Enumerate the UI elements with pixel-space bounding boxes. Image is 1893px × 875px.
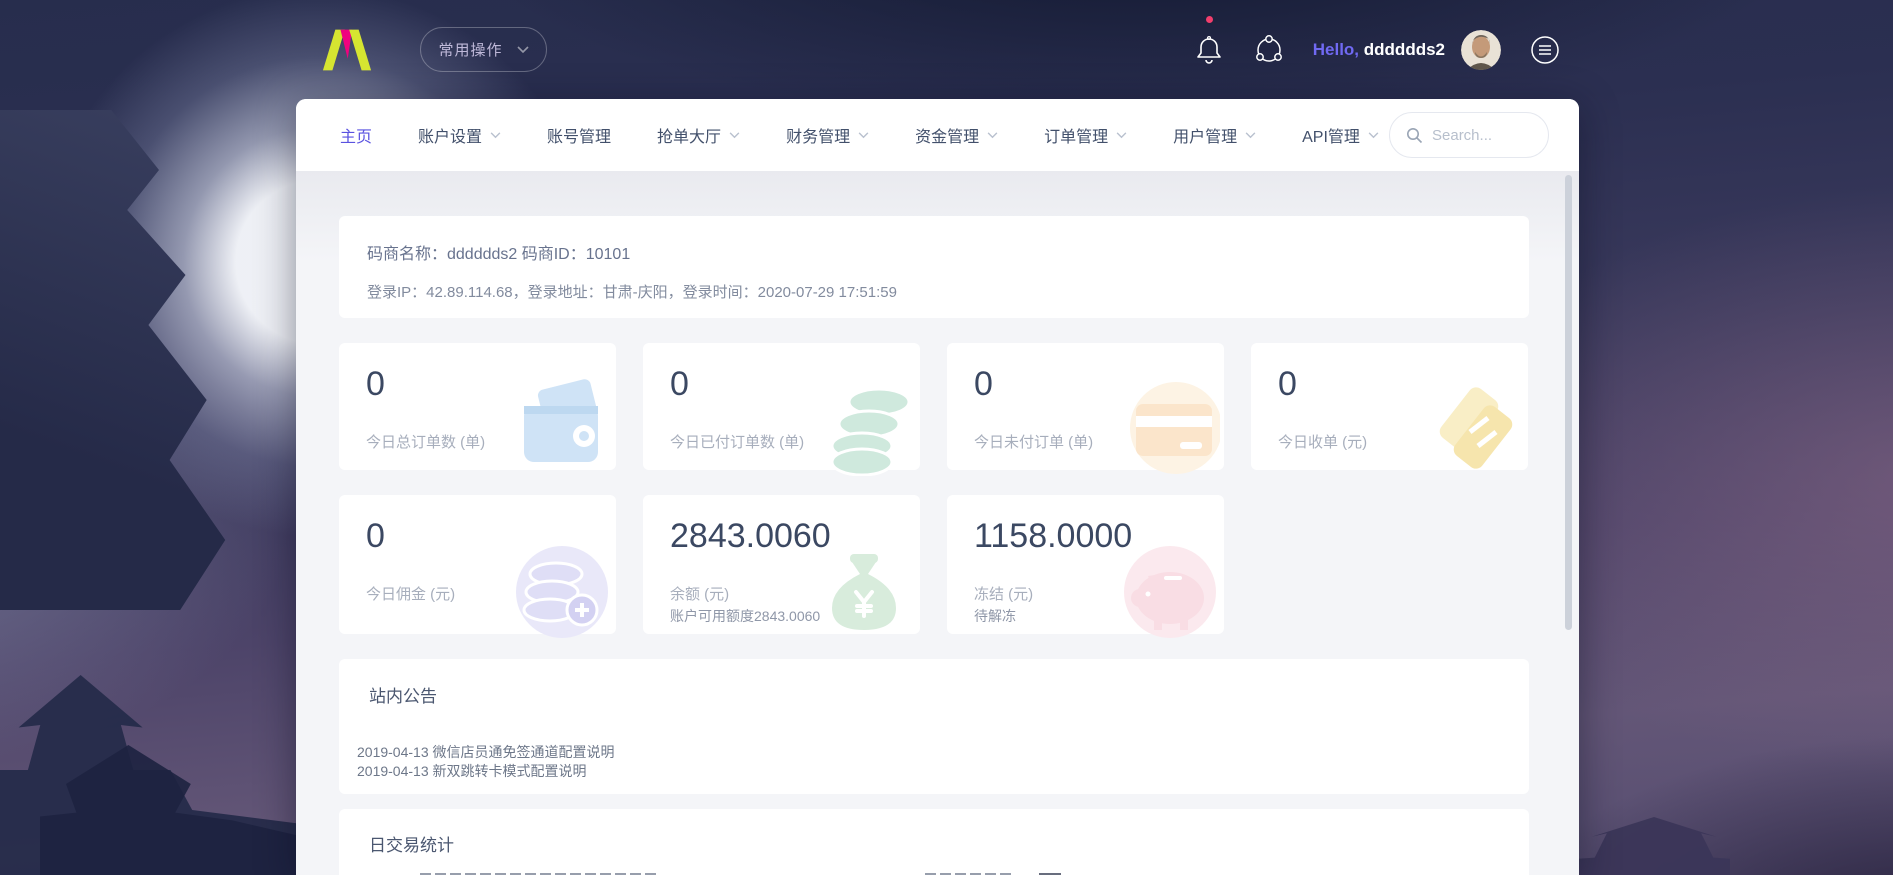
stat-card-received-amount: 0 今日收单 (元) [1251, 343, 1528, 470]
merchant-name-id: 码商名称：dddddds2 码商ID：10101 [367, 240, 1529, 264]
stat-label: 今日未付订单 (单) [974, 431, 1093, 452]
stat-label: 今日收单 (元) [1278, 431, 1367, 452]
scrollbar-thumb[interactable] [1565, 175, 1572, 630]
announcement-date: 2019-04-13 [357, 763, 429, 779]
stat-card-paid-orders: 0 今日已付订单数 (单) [643, 343, 920, 470]
coins-icon [812, 376, 916, 476]
stat-card-balance: 2843.0060 余额 (元) 账户可用额度2843.0060 [643, 495, 920, 634]
chevron-down-icon [1368, 132, 1379, 139]
greeting-prefix: Hello, [1313, 40, 1359, 59]
nav-item-orders[interactable]: 订单管理 [1044, 123, 1127, 147]
nav-label: 订单管理 [1044, 123, 1108, 147]
nav-bar: 主页 账户设置 账号管理 抢单大厅 财务管理 资金管理 订单管理 [296, 99, 1579, 171]
bell-icon [1193, 34, 1225, 66]
announcement-text: 新双跳转卡模式配置说明 [433, 763, 587, 779]
search-input[interactable] [1432, 127, 1532, 144]
share-icon [1253, 34, 1285, 66]
nav-item-users[interactable]: 用户管理 [1173, 123, 1256, 147]
daily-stats-card: 日交易统计 [339, 809, 1529, 875]
nav-item-funds[interactable]: 资金管理 [915, 123, 998, 147]
dashboard-content: 码商名称：dddddds2 码商ID：10101 登录IP：42.89.114.… [296, 171, 1579, 875]
nav-label: 财务管理 [786, 123, 850, 147]
merchant-info-card: 码商名称：dddddds2 码商ID：10101 登录IP：42.89.114.… [339, 216, 1529, 318]
stat-value: 0 [1278, 365, 1297, 404]
announcement-item[interactable]: 2019-04-13 微信店员通免签通道配置说明 [357, 743, 1529, 762]
chevron-down-icon [1116, 132, 1127, 139]
announcements-title: 站内公告 [369, 682, 1529, 707]
announcement-item[interactable]: 2019-04-13 新双跳转卡模式配置说明 [357, 762, 1529, 781]
coins-plus-icon [508, 540, 612, 640]
stat-value: 0 [366, 365, 385, 404]
nav-item-order-hall[interactable]: 抢单大厅 [657, 123, 740, 147]
notification-dot [1206, 16, 1213, 23]
screen: 常用操作 Hello, dddddds2 [0, 0, 1893, 875]
nav-label: API管理 [1302, 123, 1360, 147]
nav-item-home[interactable]: 主页 [340, 123, 372, 147]
notifications-button[interactable] [1191, 32, 1227, 68]
nav-label: 主页 [340, 123, 372, 147]
nav-label: 账号管理 [547, 123, 611, 147]
stat-card-unpaid-orders: 0 今日未付订单 (单) [947, 343, 1224, 470]
stat-label: 今日总订单数 (单) [366, 431, 485, 452]
chevron-down-icon [987, 132, 998, 139]
announcements-card: 站内公告 2019-04-13 微信店员通免签通道配置说明 2019-04-13… [339, 659, 1529, 794]
stat-value: 0 [670, 365, 689, 404]
stat-card-total-orders: 0 今日总订单数 (单) [339, 343, 616, 470]
tickets-icon [1420, 376, 1524, 476]
logo-icon[interactable] [320, 28, 374, 72]
search-icon [1406, 127, 1423, 144]
stats-row-2: 0 今日佣金 (元) 2843.0060 余额 (元) 账 [339, 495, 1529, 634]
menu-button[interactable] [1527, 32, 1563, 68]
nav-label: 用户管理 [1173, 123, 1237, 147]
chevron-down-icon [729, 132, 740, 139]
nav-item-account-management[interactable]: 账号管理 [547, 123, 611, 147]
piggy-bank-icon [1116, 540, 1220, 640]
quick-actions-label: 常用操作 [438, 39, 502, 60]
chevron-down-icon [1245, 132, 1256, 139]
stat-label: 今日佣金 (元) [366, 583, 455, 604]
avatar-photo [1461, 30, 1501, 70]
stat-label: 今日已付订单数 (单) [670, 431, 804, 452]
login-details: 登录IP：42.89.114.68，登录地址：甘肃-庆阳，登录时间：2020-0… [367, 281, 1529, 302]
main-panel: 主页 账户设置 账号管理 抢单大厅 财务管理 资金管理 订单管理 [296, 99, 1579, 875]
nav-item-finance[interactable]: 财务管理 [786, 123, 869, 147]
top-header: 常用操作 Hello, dddddds2 [0, 0, 1893, 99]
stat-value: 0 [366, 517, 385, 556]
stat-value: 1158.0000 [974, 517, 1132, 556]
stat-sublabel: 待解冻 [974, 606, 1016, 626]
nav-label: 资金管理 [915, 123, 979, 147]
hamburger-menu-icon [1530, 35, 1560, 65]
chevron-down-icon [858, 132, 869, 139]
wallet-icon [508, 376, 612, 476]
search-box [1389, 112, 1549, 158]
nav-label: 抢单大厅 [657, 123, 721, 147]
stat-sublabel: 账户可用额度2843.0060 [670, 606, 820, 626]
nav-label: 账户设置 [418, 123, 482, 147]
nav-item-api[interactable]: API管理 [1302, 123, 1379, 147]
stat-card-commission: 0 今日佣金 (元) [339, 495, 616, 634]
chevron-down-icon [517, 46, 529, 54]
announcement-text: 微信店员通免签通道配置说明 [433, 744, 615, 760]
stat-value: 0 [974, 365, 993, 404]
quick-actions-dropdown[interactable]: 常用操作 [420, 27, 547, 72]
money-bag-icon [812, 540, 916, 640]
greeting: Hello, dddddds2 [1313, 40, 1445, 60]
daily-stats-title: 日交易统计 [369, 831, 1529, 856]
nav-item-account-settings[interactable]: 账户设置 [418, 123, 501, 147]
stat-card-frozen: 1158.0000 冻结 (元) 待解冻 [947, 495, 1224, 634]
stats-row-1: 0 今日总订单数 (单) 0 今日已付订单数 (单) [339, 343, 1529, 470]
username: dddddds2 [1364, 40, 1445, 59]
stat-label: 冻结 (元) [974, 583, 1033, 604]
avatar[interactable] [1461, 30, 1501, 70]
share-button[interactable] [1251, 32, 1287, 68]
credit-card-icon [1116, 376, 1220, 476]
stat-value: 2843.0060 [670, 517, 831, 556]
announcement-date: 2019-04-13 [357, 744, 429, 760]
stat-label: 余额 (元) [670, 583, 729, 604]
chevron-down-icon [490, 132, 501, 139]
